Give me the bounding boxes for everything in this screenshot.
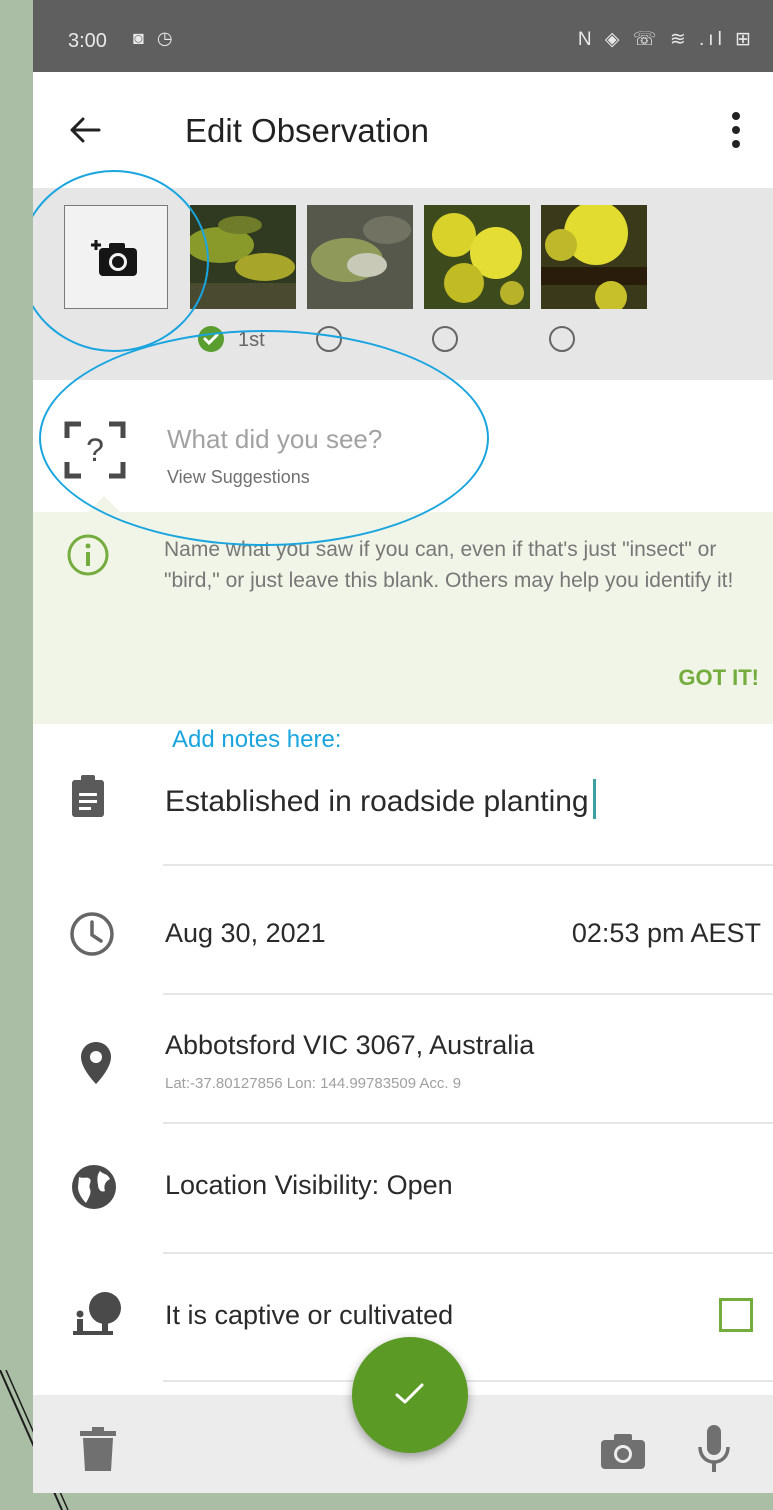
observation-time[interactable]: 02:53 pm AEST	[572, 918, 761, 949]
photo-thumbnail[interactable]	[424, 205, 530, 309]
cover-photo-radio[interactable]	[549, 326, 575, 352]
tip-pointer	[88, 496, 120, 512]
save-observation-button[interactable]	[352, 1337, 468, 1453]
location-coordinates: Lat:-37.80127856 Lon: 144.99783509 Acc. …	[165, 1075, 462, 1092]
species-section: ? What did you see? View Suggestions	[33, 380, 773, 512]
unknown-species-icon: ?	[64, 421, 126, 479]
tree-icon	[73, 1292, 121, 1335]
app-bar: Edit Observation	[33, 72, 773, 188]
tip-banner: Name what you saw if you can, even if th…	[33, 496, 773, 724]
clock-icon	[70, 912, 114, 956]
text-caret	[592, 779, 596, 819]
check-icon	[395, 1383, 424, 1404]
check-icon	[203, 333, 219, 346]
notes-value: Established in roadside planting	[165, 785, 589, 818]
notes-input[interactable]: Established in roadside planting	[165, 779, 596, 819]
cover-photo-radio[interactable]	[316, 326, 342, 352]
photo-thumbnail[interactable]	[190, 205, 296, 309]
divider	[163, 1252, 773, 1254]
phone-screen: 3:00 ◙ ◷ N ◈ ☏ ≋ .ıl ⊞ Edit Observation	[33, 0, 773, 1493]
clipboard-icon	[72, 775, 104, 817]
arrow-left-icon[interactable]	[65, 110, 105, 150]
divider	[163, 864, 773, 866]
cover-photo-radio[interactable]	[432, 326, 458, 352]
divider	[163, 993, 773, 995]
info-icon	[67, 534, 109, 576]
captive-label: It is captive or cultivated	[165, 1300, 454, 1330]
camera-icon[interactable]	[601, 1433, 645, 1469]
add-camera-icon	[91, 240, 137, 276]
more-vert-icon[interactable]	[729, 108, 743, 152]
svg-text:?: ?	[86, 432, 104, 468]
photo-strip: 1st	[33, 188, 773, 380]
notification-icons: ◙ ◷	[133, 28, 177, 48]
divider	[163, 1122, 773, 1124]
notes-hint: Add notes here:	[172, 726, 342, 753]
cover-photo-radio[interactable]	[198, 326, 224, 352]
photo-thumbnail[interactable]	[541, 205, 647, 309]
species-name-input[interactable]: What did you see?	[167, 424, 382, 455]
status-time: 3:00	[68, 30, 107, 52]
location-visibility[interactable]: Location Visibility: Open	[165, 1170, 453, 1201]
page-title: Edit Observation	[185, 112, 429, 149]
add-photo-button[interactable]	[64, 205, 168, 309]
status-bar: 3:00 ◙ ◷ N ◈ ☏ ≋ .ıl ⊞	[33, 0, 773, 72]
location-name[interactable]: Abbotsford VIC 3067, Australia	[165, 1030, 534, 1061]
photo-thumbnail[interactable]	[307, 205, 413, 309]
captive-checkbox[interactable]	[719, 1298, 753, 1332]
divider	[163, 1380, 773, 1382]
system-status-icons: N ◈ ☏ ≋ .ıl ⊞	[577, 29, 755, 50]
observation-date[interactable]: Aug 30, 2021	[165, 918, 326, 949]
got-it-button[interactable]: GOT IT!	[678, 665, 759, 691]
view-suggestions-link[interactable]: View Suggestions	[167, 467, 310, 488]
microphone-icon[interactable]	[697, 1425, 731, 1473]
tip-message: Name what you saw if you can, even if th…	[164, 538, 734, 592]
globe-icon	[72, 1165, 116, 1209]
cover-photo-label: 1st	[238, 329, 265, 351]
map-pin-icon	[81, 1042, 111, 1084]
trash-icon[interactable]	[80, 1427, 116, 1471]
